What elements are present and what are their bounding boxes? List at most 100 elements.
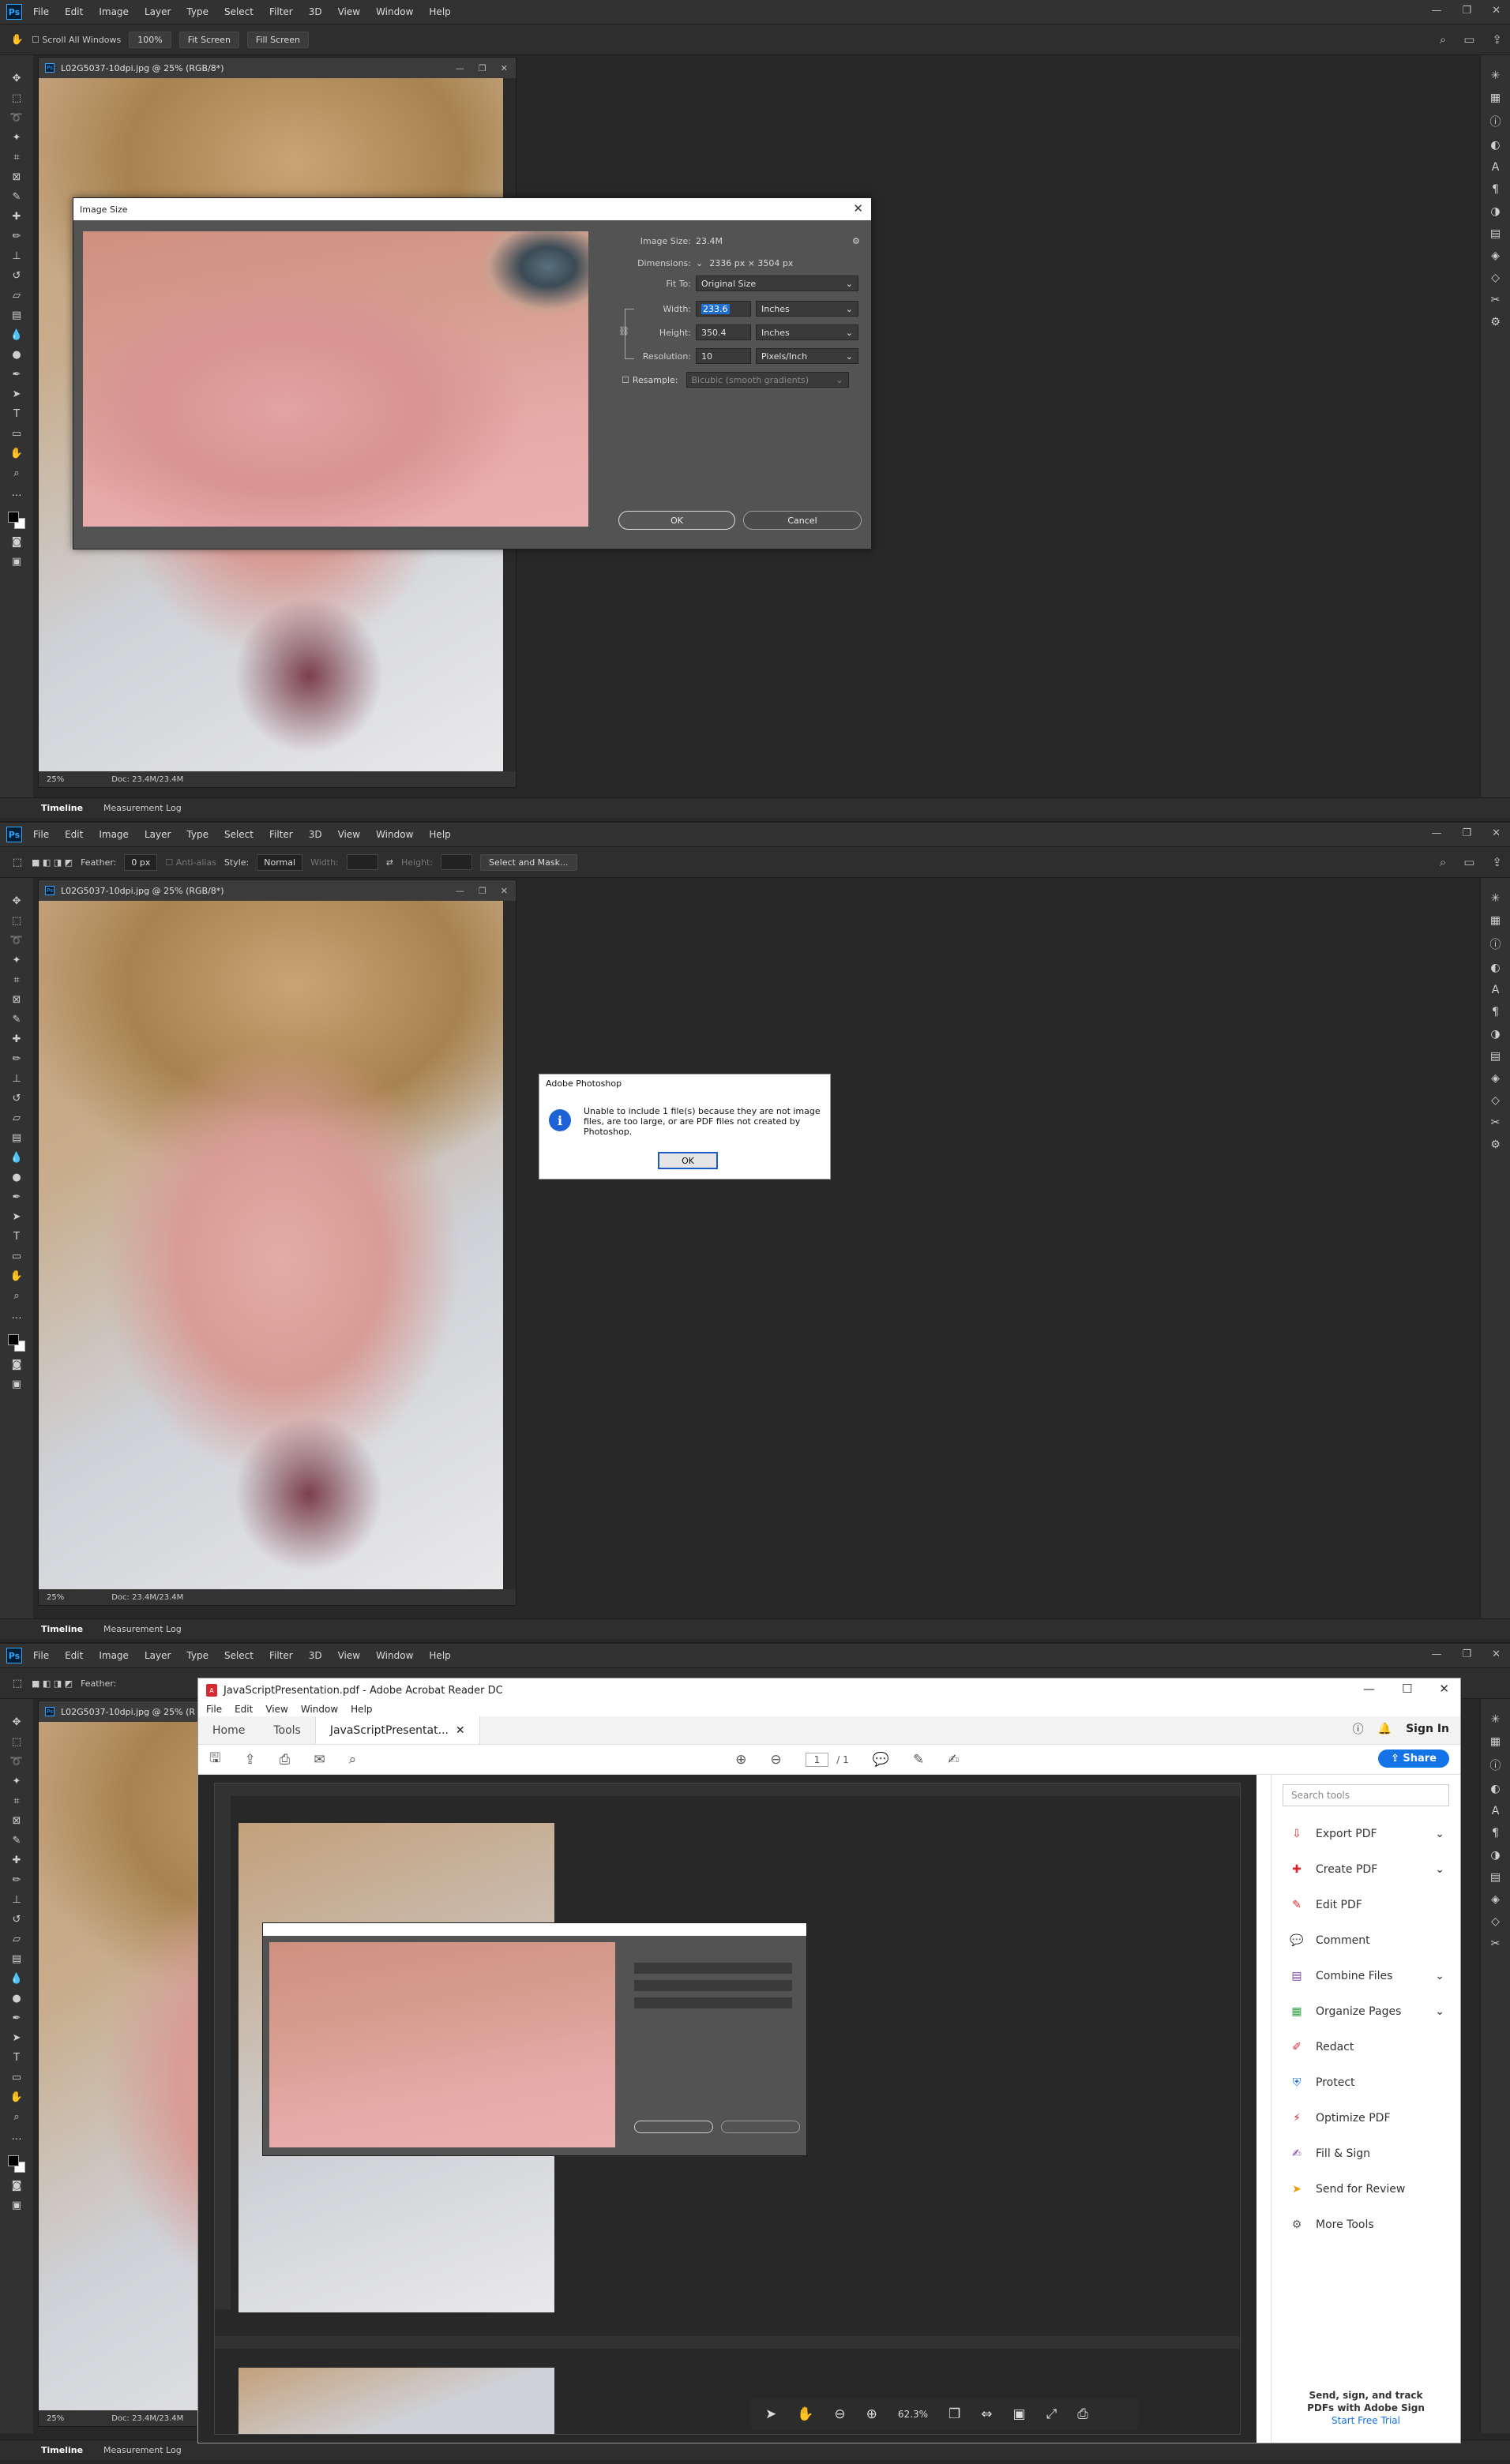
healing-brush-icon[interactable]: ✚ — [10, 209, 23, 223]
frame-tool-icon[interactable]: ⊠ — [10, 992, 23, 1007]
tool-send-for-review[interactable]: ➤ Send for Review — [1271, 2171, 1460, 2207]
vertical-scrollbar[interactable] — [503, 901, 516, 1596]
highlight-icon[interactable]: ✎ — [913, 1752, 924, 1768]
chevron-down-icon[interactable]: ⌄ — [1435, 1970, 1444, 1982]
tab-measurement-log[interactable]: Measurement Log — [103, 803, 182, 813]
fill-screen-button[interactable]: Fill Screen — [246, 31, 309, 48]
sign-in-button[interactable]: Sign In — [1406, 1723, 1449, 1735]
properties-icon[interactable]: ⚙ — [1490, 316, 1501, 328]
quick-mask-icon[interactable]: ◙ — [10, 2178, 23, 2192]
share-icon[interactable]: ⇪ — [1492, 32, 1502, 47]
crop-tool-icon[interactable]: ⌗ — [10, 1794, 23, 1808]
zoom-tool-icon[interactable]: ⌕ — [10, 2110, 23, 2124]
tool-redact[interactable]: ✐ Redact — [1271, 2029, 1460, 2065]
maximize-icon[interactable]: ❐ — [1462, 5, 1471, 17]
tab-timeline[interactable]: Timeline — [41, 803, 83, 813]
tool-comment[interactable]: 💬 Comment — [1271, 1922, 1460, 1958]
lasso-tool-icon[interactable]: ➰ — [10, 1754, 23, 1768]
zoom-in-icon[interactable]: ⊕ — [866, 2406, 877, 2422]
start-free-trial-link[interactable]: Start Free Trial — [1271, 2414, 1460, 2427]
adjustments-icon[interactable]: ◑ — [1490, 205, 1500, 218]
libraries-icon[interactable]: ▤ — [1490, 1871, 1501, 1884]
path-select-icon[interactable]: ➤ — [10, 1209, 23, 1224]
zoom-100-button[interactable]: 100% — [129, 31, 171, 48]
prev-page-icon[interactable]: ⊕ — [735, 1752, 746, 1768]
height-input[interactable]: 350.4 — [696, 324, 751, 340]
tool-combine-files[interactable]: ▤ Combine Files ⌄ — [1271, 1958, 1460, 1993]
adjustments-icon[interactable]: ◑ — [1490, 1849, 1500, 1862]
healing-brush-icon[interactable]: ✚ — [10, 1032, 23, 1046]
select-cursor-icon[interactable]: ➤ — [765, 2406, 776, 2422]
ok-button[interactable]: OK — [618, 511, 735, 530]
email-icon[interactable]: ✉ — [314, 1752, 325, 1768]
fit-width-icon[interactable]: ⇔ — [981, 2406, 992, 2422]
type-tool-icon[interactable]: T — [10, 407, 23, 421]
minimize-icon[interactable]: — — [456, 886, 464, 896]
minimize-icon[interactable]: — — [456, 63, 464, 73]
quick-mask-icon[interactable]: ◙ — [10, 534, 23, 549]
close-icon[interactable]: ✕ — [1492, 1648, 1501, 1660]
eraser-icon[interactable]: ▱ — [10, 1932, 23, 1946]
menu-window[interactable]: Window — [376, 6, 413, 17]
maximize-icon[interactable]: ❐ — [479, 63, 486, 73]
layers-icon[interactable]: ◈ — [1491, 1072, 1500, 1085]
image-canvas[interactable] — [39, 901, 505, 1591]
close-icon[interactable]: ✕ — [501, 886, 508, 896]
menu-view[interactable]: View — [338, 6, 360, 17]
hand-tool-icon[interactable]: ✋ — [10, 1269, 23, 1283]
marquee-tool-icon[interactable]: ⬚ — [10, 1735, 23, 1749]
dodge-icon[interactable]: ● — [10, 1991, 23, 2005]
paragraph-icon[interactable]: ¶ — [1492, 183, 1499, 196]
eyedropper-icon[interactable]: ✎ — [10, 1833, 23, 1847]
history-brush-icon[interactable]: ↺ — [10, 268, 23, 283]
more-tools-icon[interactable]: … — [10, 486, 23, 500]
resample-checkbox[interactable]: ☐ — [622, 375, 629, 385]
tab-document[interactable]: JavaScriptPresentat... ✕ — [314, 1716, 480, 1744]
minimize-icon[interactable]: — — [1431, 5, 1441, 17]
history-brush-icon[interactable]: ↺ — [10, 1912, 23, 1926]
history-brush-icon[interactable]: ↺ — [10, 1091, 23, 1105]
brush-tool-icon[interactable]: ✏ — [10, 229, 23, 243]
color-icon[interactable]: ◐ — [1490, 139, 1500, 152]
magic-wand-icon[interactable]: ✦ — [10, 130, 23, 144]
frame-tool-icon[interactable]: ⊠ — [10, 170, 23, 184]
eyedropper-icon[interactable]: ✎ — [10, 189, 23, 204]
tool-fill-sign[interactable]: ✍ Fill & Sign — [1271, 2136, 1460, 2171]
chevron-down-icon[interactable]: ⌄ — [1435, 1828, 1444, 1840]
menu-image[interactable]: Image — [99, 829, 129, 840]
minimize-icon[interactable]: — — [1431, 1648, 1441, 1660]
menu-image[interactable]: Image — [99, 6, 129, 17]
close-icon[interactable]: ✕ — [853, 201, 863, 216]
chevron-down-icon[interactable]: ⌄ — [1435, 2005, 1444, 2018]
anti-alias-checkbox[interactable]: ☐ Anti-alias — [165, 857, 216, 868]
menu-select[interactable]: Select — [224, 6, 254, 17]
share-icon[interactable]: ⇪ — [1492, 855, 1502, 869]
lasso-tool-icon[interactable]: ➰ — [10, 933, 23, 947]
zoom-out-icon[interactable]: ⊖ — [834, 2406, 845, 2422]
search-icon[interactable]: ⌕ — [349, 1752, 357, 1768]
pen-tool-icon[interactable]: ✒ — [10, 367, 23, 381]
scroll-all-windows-checkbox[interactable]: ☐ Scroll All Windows — [32, 35, 121, 45]
move-tool-icon[interactable]: ✥ — [10, 71, 23, 85]
menu-edit[interactable]: Edit — [235, 1704, 253, 1715]
document-tab[interactable]: Ps L02G5037-10dpi.jpg @ 25% (RGB/8*) — ❐ ✕ — [39, 58, 516, 78]
screen-mode-icon[interactable]: ▣ — [10, 2198, 23, 2212]
menu-view[interactable]: View — [338, 829, 360, 840]
menu-3d[interactable]: 3D — [309, 1650, 322, 1661]
tool-create-pdf[interactable]: ✚ Create PDF ⌄ — [1271, 1851, 1460, 1887]
screen-mode-icon[interactable]: ▣ — [10, 554, 23, 568]
image-preview[interactable] — [83, 231, 588, 527]
resolution-unit-select[interactable]: Pixels/Inch ⌄ — [756, 348, 858, 364]
save-icon[interactable]: 🖫 — [209, 1748, 220, 1771]
properties-icon[interactable]: ⚙ — [1490, 1138, 1501, 1151]
resample-select[interactable]: Bicubic (smooth gradients) ⌄ — [686, 372, 849, 388]
character-icon[interactable]: A — [1492, 161, 1500, 174]
eyedropper-icon[interactable]: ✎ — [10, 1012, 23, 1026]
tool-edit-pdf[interactable]: ✎ Edit PDF — [1271, 1887, 1460, 1922]
type-tool-icon[interactable]: T — [10, 2050, 23, 2065]
eraser-icon[interactable]: ▱ — [10, 1111, 23, 1125]
doc-info[interactable]: Doc: 23.4M/23.4M — [111, 1593, 183, 1602]
stamp-tool-icon[interactable]: ⊥ — [10, 249, 23, 263]
tool-protect[interactable]: ⛨ Protect — [1271, 2065, 1460, 2100]
more-tools-icon[interactable]: … — [10, 1308, 23, 1322]
